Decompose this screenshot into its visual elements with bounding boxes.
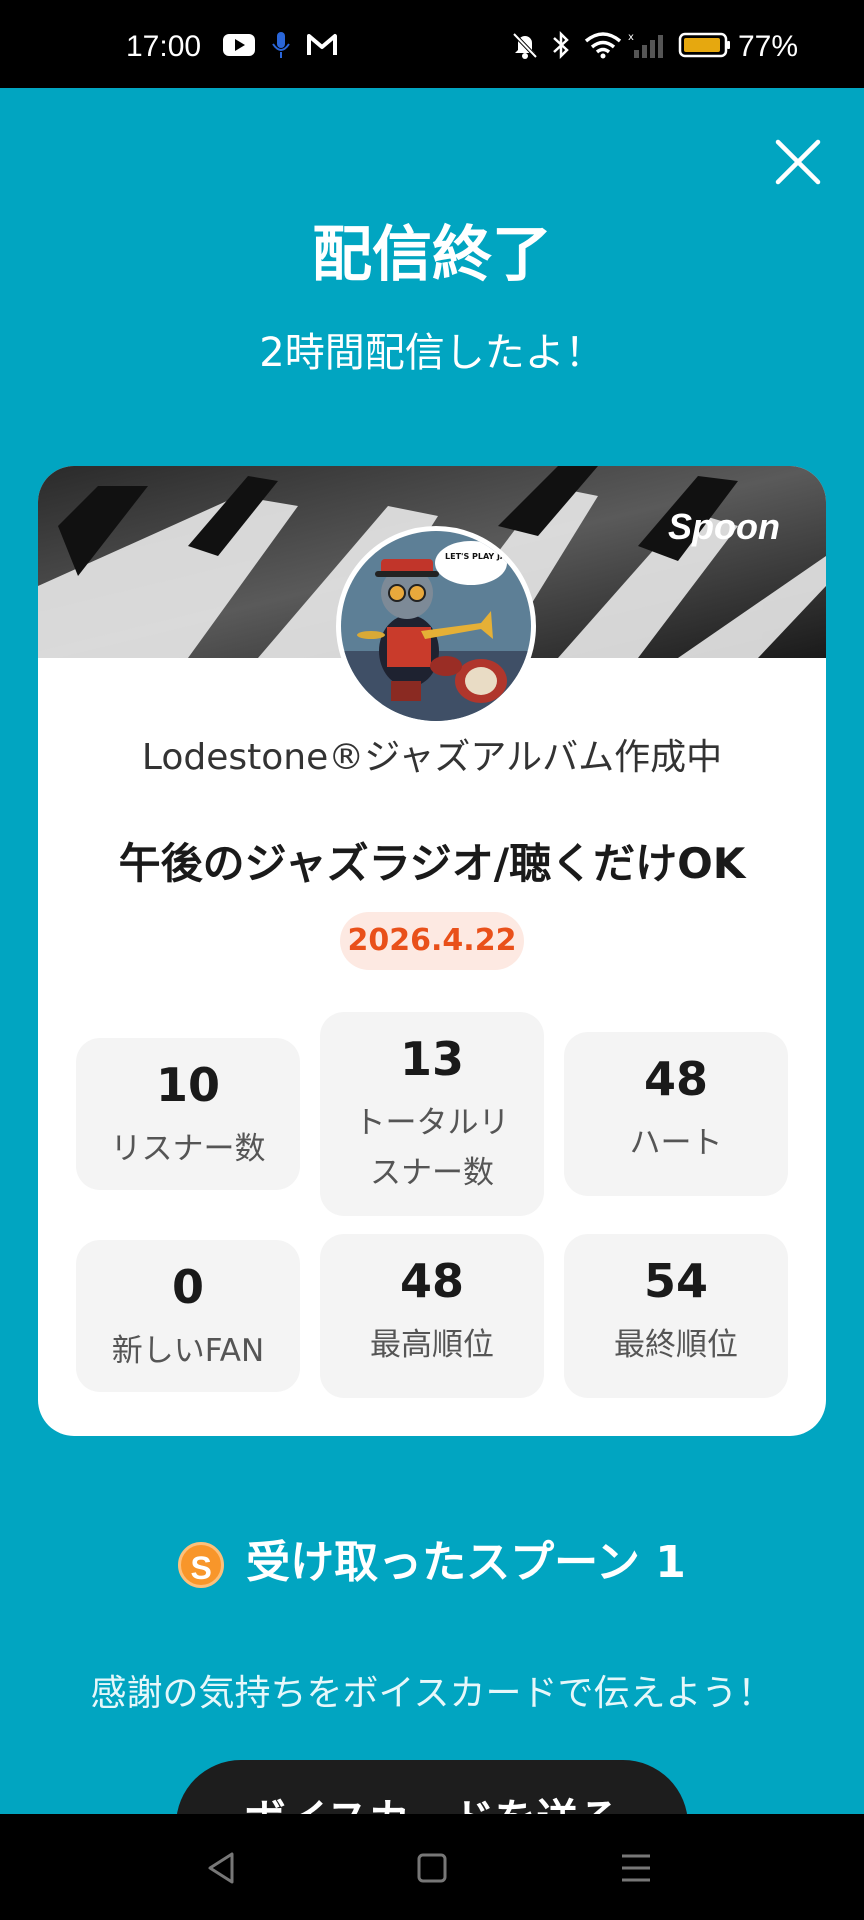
stat-label: 最高順位 (370, 1327, 494, 1363)
page-title: 配信終了 (312, 220, 552, 290)
stat-value: 54 (643, 1254, 708, 1308)
broadcast-duration: 2時間配信したよ！ (259, 330, 605, 376)
avatar: LET'S PLAY JAZZ, NOT WAR. (336, 526, 536, 726)
close-icon (775, 139, 821, 185)
stat-highest-rank: 48 最高順位 (320, 1234, 544, 1398)
host-name: Lodestone®ジャズアルバム作成中 (141, 737, 723, 778)
stat-label: トータルリスナー数 (354, 1105, 510, 1191)
received-spoons: S 受け取ったスプーン 1 (0, 1526, 864, 1590)
svg-text:x: x (628, 32, 634, 43)
stat-value: 0 (171, 1260, 204, 1314)
stat-label: 新しいFAN (111, 1333, 265, 1369)
mic-icon (272, 32, 290, 58)
stat-value: 10 (155, 1058, 220, 1112)
stat-label: 最終順位 (614, 1327, 738, 1363)
mute-icon (512, 32, 538, 59)
stat-listeners: 10 リスナー数 (76, 1038, 300, 1190)
stat-value: 48 (643, 1052, 708, 1106)
stat-new-fans: 0 新しいFAN (76, 1240, 300, 1392)
wifi-icon (584, 32, 622, 59)
date-badge: 2026.4.22 (340, 912, 524, 970)
stat-total-listeners: 13 トータルリスナー数 (320, 1012, 544, 1216)
close-button[interactable] (770, 134, 826, 190)
show-title: 午後のジャズラジオ/聴くだけOK (118, 839, 746, 888)
spoon-coin-icon: S (178, 1542, 225, 1588)
battery-icon (678, 32, 730, 58)
back-icon[interactable] (200, 1846, 244, 1890)
bluetooth-icon (553, 30, 569, 60)
status-bar: 17:00 x 77% (0, 0, 864, 88)
stat-final-rank: 54 最終順位 (564, 1234, 788, 1398)
home-icon[interactable] (410, 1846, 454, 1890)
received-spoons-label: 受け取ったスプーン 1 (246, 1537, 686, 1588)
stat-label: リスナー数 (110, 1131, 266, 1167)
thanks-message: 感謝の気持ちをボイスカードで伝えよう！ (90, 1673, 774, 1714)
spoon-logo: Spoon (668, 506, 780, 547)
stat-label: ハート (629, 1125, 723, 1161)
battery-percent: 77% (738, 30, 799, 63)
gmail-icon (307, 34, 337, 55)
stat-value: 13 (399, 1032, 464, 1086)
stat-hearts: 48 ハート (564, 1032, 788, 1196)
stat-value: 48 (399, 1254, 464, 1308)
youtube-icon (223, 34, 255, 56)
broadcast-summary-card: Spoon LET'S PLAY JAZZ, NOT WAR. (38, 466, 826, 1436)
recent-apps-icon[interactable] (614, 1846, 658, 1890)
jazz-cat-avatar: LET'S PLAY JAZZ, NOT WAR. (341, 531, 531, 721)
signal-icon: x (628, 32, 663, 58)
status-time: 17:00 (126, 30, 202, 63)
navigation-bar (0, 1814, 864, 1920)
